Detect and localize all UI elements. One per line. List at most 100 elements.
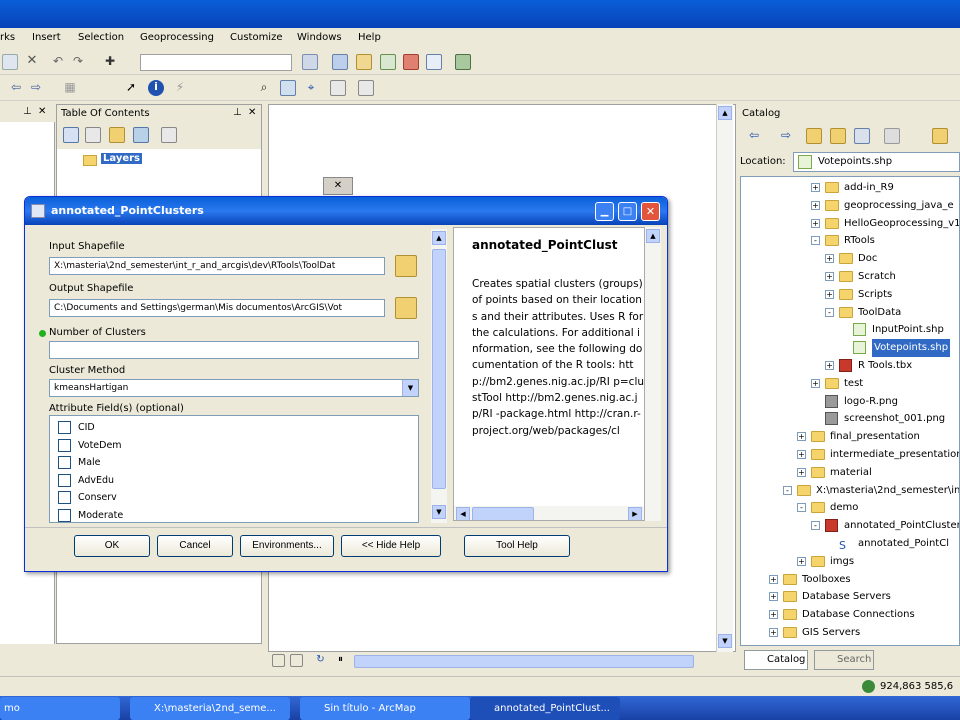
- tree-item[interactable]: + R Tools.tbx: [741, 357, 959, 375]
- tree-item[interactable]: + final_presentation: [741, 428, 959, 446]
- tree-item[interactable]: - demo: [741, 499, 959, 517]
- expand-icon[interactable]: +: [825, 254, 834, 264]
- tree-item[interactable]: + add-in_R9: [741, 179, 959, 197]
- expand-icon[interactable]: +: [811, 200, 820, 210]
- attribute-field-item[interactable]: CID: [50, 420, 418, 436]
- data-view-icon[interactable]: [272, 654, 285, 667]
- list-by-selection-icon[interactable]: [133, 127, 149, 143]
- scrollbar-thumb[interactable]: [472, 507, 534, 520]
- tree-item[interactable]: + Database Servers: [741, 588, 959, 606]
- chevron-down-icon[interactable]: ▼: [718, 634, 732, 648]
- chevron-down-icon[interactable]: ▼: [402, 380, 418, 396]
- chevron-left-icon[interactable]: ◀: [456, 507, 470, 520]
- pin-icon[interactable]: ⊥: [233, 107, 242, 118]
- map-vertical-scrollbar[interactable]: ▲ ▼: [716, 104, 733, 652]
- expand-icon[interactable]: +: [825, 289, 834, 299]
- collapse-icon[interactable]: -: [811, 521, 820, 531]
- html-popup-icon[interactable]: [358, 80, 374, 96]
- tree-item[interactable]: - ToolData: [741, 304, 959, 322]
- taskbar-item-arcmap[interactable]: Sin título - ArcMap: [300, 697, 470, 720]
- number-of-clusters-field[interactable]: [49, 341, 419, 359]
- attribute-field-item[interactable]: Conserv: [50, 490, 418, 506]
- modelbuilder-icon[interactable]: [455, 54, 471, 70]
- menu-item-geoprocessing[interactable]: Geoprocessing: [140, 32, 214, 43]
- parameters-scrollbar[interactable]: ▲ ▼: [431, 229, 447, 523]
- measure-icon[interactable]: [330, 80, 346, 96]
- tree-item[interactable]: + Database Connections: [741, 606, 959, 624]
- cluster-method-select[interactable]: kmeansHartigan ▼: [49, 379, 419, 397]
- collapse-icon[interactable]: -: [825, 307, 834, 317]
- map-horizontal-scrollbar[interactable]: [354, 655, 694, 668]
- expand-icon[interactable]: +: [811, 183, 820, 192]
- list-by-visibility-icon[interactable]: [109, 127, 125, 143]
- tree-item[interactable]: + Toolboxes: [741, 571, 959, 589]
- menu-item-insert[interactable]: Insert: [32, 32, 61, 43]
- hide-help-button[interactable]: << Hide Help: [341, 535, 441, 557]
- delete-icon[interactable]: ✕: [24, 54, 40, 70]
- taskbar-item-tool-dialog[interactable]: annotated_PointClust...: [470, 697, 620, 720]
- menu-item-selection[interactable]: Selection: [78, 32, 124, 43]
- menu-item-windows[interactable]: Windows: [297, 32, 342, 43]
- minimize-icon[interactable]: ▁: [595, 202, 614, 221]
- scrollbar-thumb[interactable]: [432, 249, 446, 489]
- tree-item[interactable]: + GIS Servers: [741, 624, 959, 642]
- close-icon[interactable]: ✕: [38, 106, 46, 117]
- tab-search[interactable]: Search: [814, 650, 874, 670]
- views-icon[interactable]: [884, 128, 900, 144]
- tree-item[interactable]: + material: [741, 464, 959, 482]
- identify-icon[interactable]: i: [148, 80, 164, 96]
- taskbar-item-explorer[interactable]: X:\masteria\2nd_seme...: [130, 697, 290, 720]
- close-icon[interactable]: ✕: [248, 107, 256, 118]
- toggle-contents-icon[interactable]: [854, 128, 870, 144]
- expand-icon[interactable]: +: [769, 592, 778, 602]
- options-icon[interactable]: [161, 127, 177, 143]
- cancel-button[interactable]: Cancel: [157, 535, 233, 557]
- output-shapefile-field[interactable]: C:\Documents and Settings\german\Mis doc…: [49, 299, 385, 317]
- collapse-icon[interactable]: -: [797, 503, 806, 513]
- tree-item[interactable]: - X:\masteria\2nd_semester\int_r: [741, 482, 959, 500]
- list-by-drawing-order-icon[interactable]: [63, 127, 79, 143]
- tree-item[interactable]: InputPoint.shp: [741, 321, 959, 339]
- attribute-field-item[interactable]: Male: [50, 455, 418, 471]
- expand-icon[interactable]: +: [797, 467, 806, 477]
- add-data-icon[interactable]: ✚: [102, 54, 118, 70]
- forward-icon[interactable]: ⇨: [778, 128, 794, 144]
- expand-icon[interactable]: +: [811, 378, 820, 388]
- attribute-checkbox[interactable]: [58, 456, 71, 470]
- tab-catalog[interactable]: Catalog: [744, 650, 808, 670]
- expand-icon[interactable]: +: [769, 574, 778, 584]
- tree-item[interactable]: + test: [741, 375, 959, 393]
- tree-item[interactable]: + Scratch: [741, 268, 959, 286]
- menu-item-customize[interactable]: Customize: [230, 32, 283, 43]
- attribute-checkbox[interactable]: [58, 491, 71, 505]
- table-of-contents-icon[interactable]: [332, 54, 348, 70]
- expand-icon[interactable]: +: [825, 361, 834, 370]
- tree-item[interactable]: Sannotated_PointCl: [741, 535, 959, 553]
- tree-item[interactable]: + imgs: [741, 553, 959, 571]
- select-elements-icon[interactable]: ➚: [123, 80, 139, 96]
- collapse-icon[interactable]: -: [783, 485, 792, 495]
- collapse-icon[interactable]: -: [811, 236, 820, 246]
- help-vertical-scrollbar[interactable]: ▲: [645, 227, 661, 521]
- chevron-right-icon[interactable]: ▶: [628, 507, 642, 520]
- chevron-up-icon[interactable]: ▲: [432, 231, 446, 245]
- expand-icon[interactable]: +: [769, 628, 778, 637]
- layers-label[interactable]: Layers: [101, 153, 142, 164]
- input-shapefile-field[interactable]: X:\masteria\2nd_semester\int_r_and_arcgi…: [49, 257, 385, 275]
- chevron-down-icon[interactable]: ▼: [432, 505, 446, 519]
- tree-item[interactable]: - RTools: [741, 232, 959, 250]
- search-window-icon[interactable]: [380, 54, 396, 70]
- menu-item-help[interactable]: Help: [358, 32, 381, 43]
- tree-item[interactable]: logo-R.png: [741, 393, 959, 411]
- expand-icon[interactable]: +: [797, 556, 806, 566]
- tree-item[interactable]: - annotated_PointCluster: [741, 517, 959, 535]
- browse-folder-icon[interactable]: [395, 255, 417, 277]
- attribute-checkbox[interactable]: [58, 509, 71, 522]
- ok-button[interactable]: OK: [74, 535, 150, 557]
- back-icon[interactable]: ⇦: [746, 128, 762, 144]
- tree-item[interactable]: + Scripts: [741, 286, 959, 304]
- attribute-checkbox[interactable]: [58, 421, 71, 434]
- expand-icon[interactable]: +: [797, 450, 806, 459]
- taskbar-item-start[interactable]: mo: [0, 697, 120, 720]
- environments-button[interactable]: Environments...: [240, 535, 334, 557]
